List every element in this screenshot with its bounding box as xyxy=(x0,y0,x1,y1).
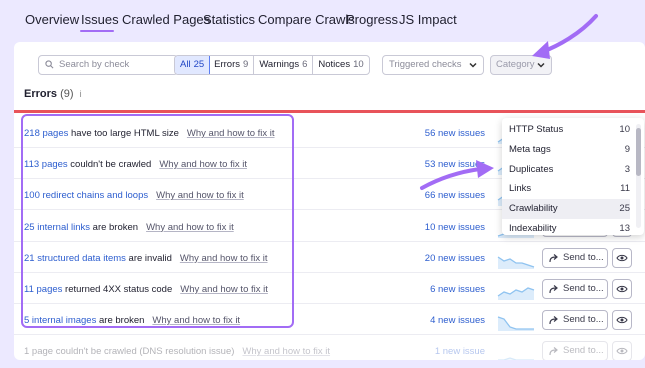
dropdown-scrollbar[interactable] xyxy=(636,124,641,228)
trend-sparkline xyxy=(497,256,535,269)
send-to-button[interactable]: Send to... xyxy=(542,310,608,331)
option-count: 25 xyxy=(619,203,630,215)
option-label: HTTP Status xyxy=(509,124,564,135)
option-count: 13 xyxy=(619,223,630,234)
tab-compare-crawls[interactable]: Compare Crawls xyxy=(258,12,355,27)
new-issues-link[interactable]: 10 new issues xyxy=(425,222,485,233)
category-option-http-status[interactable]: HTTP Status 10 xyxy=(502,120,630,140)
search-input[interactable]: Search by check xyxy=(38,55,178,75)
eye-icon xyxy=(616,348,628,355)
tab-issues[interactable]: Issues xyxy=(81,12,119,27)
filter-notices-button[interactable]: Notices 10 xyxy=(313,56,368,74)
category-option-crawlability[interactable]: Crawlability 25 xyxy=(502,199,630,220)
send-to-button[interactable]: Send to... xyxy=(542,341,608,360)
category-option-duplicates[interactable]: Duplicates 3 xyxy=(502,160,630,180)
issue-text: 1 page couldn't be crawled (DNS resoluti… xyxy=(24,346,235,358)
filter-all-count: 25 xyxy=(193,59,205,70)
send-to-label: Send to... xyxy=(563,283,604,294)
triggered-checks-label: Triggered checks xyxy=(389,59,462,70)
hide-issue-button[interactable] xyxy=(612,247,632,268)
highlight-box xyxy=(21,114,294,328)
new-issues-link[interactable]: 4 new issues xyxy=(430,315,485,326)
trend-sparkline xyxy=(498,357,534,360)
error-divider xyxy=(14,110,645,113)
share-arrow-icon xyxy=(549,285,558,294)
new-issues-link[interactable]: 6 new issues xyxy=(430,284,485,295)
eye-icon xyxy=(616,317,628,324)
category-dropdown: HTTP Status 10 Meta tags 9 Duplicates 3 Links 1… xyxy=(502,118,644,235)
scrollbar-thumb[interactable] xyxy=(636,128,641,176)
filter-errors-count: 9 xyxy=(243,59,249,70)
option-label: Links xyxy=(509,183,532,195)
send-to-label: Send to... xyxy=(563,314,604,326)
new-issues-link[interactable]: 56 new issues xyxy=(425,128,485,139)
issue-description: 1 page couldn't be crawled (DNS resoluti… xyxy=(24,346,330,357)
share-arrow-icon xyxy=(549,347,558,356)
option-label: Crawlability xyxy=(509,203,558,215)
category-option-indexability[interactable]: Indexability 13 xyxy=(502,219,630,235)
triggered-checks-select[interactable]: Triggered checks xyxy=(382,55,484,75)
tab-statistics[interactable]: Statistics xyxy=(203,12,255,27)
eye-icon xyxy=(616,285,628,293)
new-issues-link[interactable]: 20 new issues xyxy=(425,253,485,264)
table-row[interactable]: 1 page couldn't be crawled (DNS resoluti… xyxy=(14,335,645,360)
filter-errors-button[interactable]: Errors 9 xyxy=(209,56,255,74)
filter-notices-label: Notices xyxy=(318,59,351,70)
trend-sparkline xyxy=(497,316,534,332)
filter-warnings-count: 6 xyxy=(302,59,308,70)
annotation-arrow-icon xyxy=(420,160,494,190)
category-option-meta-tags[interactable]: Meta tags 9 xyxy=(502,140,630,160)
chevron-down-icon xyxy=(469,62,477,68)
tab-crawled-pages[interactable]: Crawled Pages xyxy=(122,12,210,27)
option-label: Indexability xyxy=(509,223,557,234)
send-to-label: Send to... xyxy=(563,345,604,357)
option-count: 10 xyxy=(619,124,630,135)
active-tab-underline xyxy=(80,30,114,32)
hide-issue-button[interactable] xyxy=(612,341,632,360)
errors-title: Errors xyxy=(24,88,58,100)
search-icon xyxy=(45,60,54,69)
filter-errors-label: Errors xyxy=(214,59,241,70)
search-placeholder: Search by check xyxy=(59,59,130,70)
send-to-button[interactable]: Send to... xyxy=(542,247,608,268)
errors-count: (9) xyxy=(60,88,74,100)
filter-warnings-button[interactable]: Warnings 6 xyxy=(254,56,314,74)
option-label: Meta tags xyxy=(509,143,551,155)
eye-icon xyxy=(616,254,628,261)
send-to-button[interactable]: Send to... xyxy=(542,279,608,299)
info-icon[interactable]: i xyxy=(80,89,82,99)
filter-all-button[interactable]: All 25 xyxy=(174,56,211,74)
filter-warnings-label: Warnings xyxy=(259,59,300,70)
option-count: 9 xyxy=(624,143,630,155)
send-to-label: Send to... xyxy=(563,251,604,263)
category-option-links[interactable]: Links 11 xyxy=(502,179,630,199)
hide-issue-button[interactable] xyxy=(612,279,632,299)
tab-overview[interactable]: Overview xyxy=(25,12,79,27)
tab-progress[interactable]: Progress xyxy=(346,12,398,27)
filter-all-label: All xyxy=(180,59,191,70)
option-label: Duplicates xyxy=(509,163,554,175)
share-arrow-icon xyxy=(549,253,558,262)
option-count: 3 xyxy=(624,163,630,175)
filter-notices-count: 10 xyxy=(353,59,364,70)
severity-filter: All 25 Errors 9 Warnings 6 Notices 10 xyxy=(174,55,370,75)
option-count: 11 xyxy=(620,183,630,195)
trend-sparkline xyxy=(497,287,535,300)
hide-issue-button[interactable] xyxy=(612,310,632,331)
errors-heading: Errors (9) i xyxy=(24,88,82,100)
annotation-arrow-icon xyxy=(532,14,598,59)
tab-js-impact[interactable]: JS Impact xyxy=(399,12,457,27)
new-issues-link[interactable]: 1 new issue xyxy=(435,346,485,357)
share-arrow-icon xyxy=(549,316,558,325)
why-fix-link[interactable]: Why and how to fix it xyxy=(242,346,330,357)
